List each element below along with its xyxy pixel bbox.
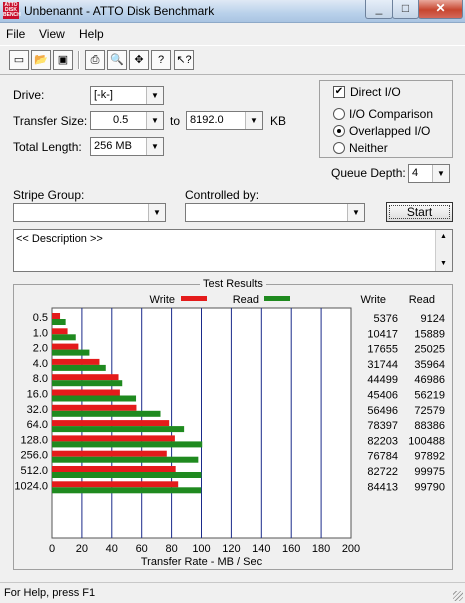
- write-value: 45406: [367, 390, 398, 402]
- results-chart: 0 20 40 60 80 100 120 140 160 180 200 Transfer Rate…: [14, 294, 445, 568]
- x-tick-label: 0: [49, 543, 55, 555]
- bar-write: [52, 435, 175, 442]
- write-value: 31744: [367, 359, 398, 371]
- category-label: 0.5: [33, 312, 48, 324]
- legend-write-label: Write: [150, 294, 175, 306]
- write-value: 78397: [367, 420, 398, 432]
- write-value: 5376: [374, 313, 398, 325]
- read-value: 46986: [414, 374, 445, 386]
- write-value: 10417: [367, 328, 398, 340]
- write-value: 82722: [367, 466, 398, 478]
- column-header-write: Write: [361, 294, 386, 306]
- write-value: 76784: [367, 451, 398, 463]
- bar-write: [52, 343, 79, 350]
- category-label: 1024.0: [14, 480, 48, 492]
- write-value: 44499: [367, 374, 398, 386]
- legend-read-label: Read: [233, 294, 259, 306]
- category-label: 256.0: [20, 450, 48, 462]
- x-tick-label: 160: [282, 543, 300, 555]
- bar-read: [52, 426, 185, 433]
- category-label: 512.0: [20, 465, 48, 477]
- bar-write: [52, 450, 167, 457]
- bar-write: [52, 420, 170, 427]
- x-tick-label: 120: [222, 543, 240, 555]
- category-label: 1.0: [33, 327, 48, 339]
- x-tick-label: 40: [106, 543, 118, 555]
- x-tick-label: 180: [312, 543, 330, 555]
- read-value: 100488: [408, 435, 445, 447]
- resize-grip-icon[interactable]: [453, 591, 463, 601]
- bar-write: [52, 466, 176, 472]
- x-axis-label: Transfer Rate - MB / Sec: [141, 556, 263, 568]
- x-tick-label: 140: [252, 543, 270, 555]
- legend-read-swatch: [264, 296, 290, 301]
- read-value: 35964: [414, 359, 445, 371]
- x-tick-label: 80: [165, 543, 177, 555]
- bar-write: [52, 389, 120, 396]
- bar-read: [52, 380, 123, 387]
- status-text: For Help, press F1: [4, 587, 96, 599]
- category-label: 128.0: [20, 434, 48, 446]
- bar-read: [52, 410, 161, 417]
- read-value: 15889: [414, 328, 445, 340]
- category-label: 64.0: [27, 419, 48, 431]
- read-value: 88386: [414, 420, 445, 432]
- x-tick-label: 60: [136, 543, 148, 555]
- bar-read: [52, 487, 202, 494]
- bar-write: [52, 328, 68, 335]
- category-label: 32.0: [27, 404, 48, 416]
- column-header-read: Read: [409, 294, 435, 306]
- read-value: 99790: [414, 481, 445, 493]
- bar-read: [52, 349, 90, 356]
- read-value: 72579: [414, 405, 445, 417]
- write-value: 17655: [367, 344, 398, 356]
- bar-write: [52, 358, 100, 365]
- category-label: 8.0: [33, 373, 48, 385]
- bar-read: [52, 472, 202, 478]
- category-label: 16.0: [27, 389, 48, 401]
- bar-read: [52, 456, 199, 463]
- read-value: 25025: [414, 344, 445, 356]
- bar-read: [52, 364, 106, 371]
- bar-read: [52, 395, 137, 402]
- legend-write-swatch: [181, 296, 207, 301]
- read-value: 56219: [414, 390, 445, 402]
- read-value: 97892: [414, 451, 445, 463]
- bar-write: [52, 374, 119, 381]
- bar-write: [52, 481, 179, 488]
- bar-read: [52, 334, 76, 341]
- read-value: 99975: [414, 466, 445, 478]
- x-tick-label: 100: [192, 543, 210, 555]
- x-tick-label: 20: [76, 543, 88, 555]
- x-tick-label: 200: [342, 543, 360, 555]
- write-value: 56496: [367, 405, 398, 417]
- write-value: 82203: [367, 435, 398, 447]
- bar-read: [52, 441, 203, 448]
- read-value: 9124: [421, 313, 445, 325]
- bar-write: [52, 313, 61, 319]
- bar-read: [52, 319, 66, 325]
- status-bar: For Help, press F1: [0, 582, 465, 603]
- bar-write: [52, 404, 137, 411]
- write-value: 84413: [367, 481, 398, 493]
- category-label: 4.0: [33, 358, 48, 370]
- category-label: 2.0: [33, 343, 48, 355]
